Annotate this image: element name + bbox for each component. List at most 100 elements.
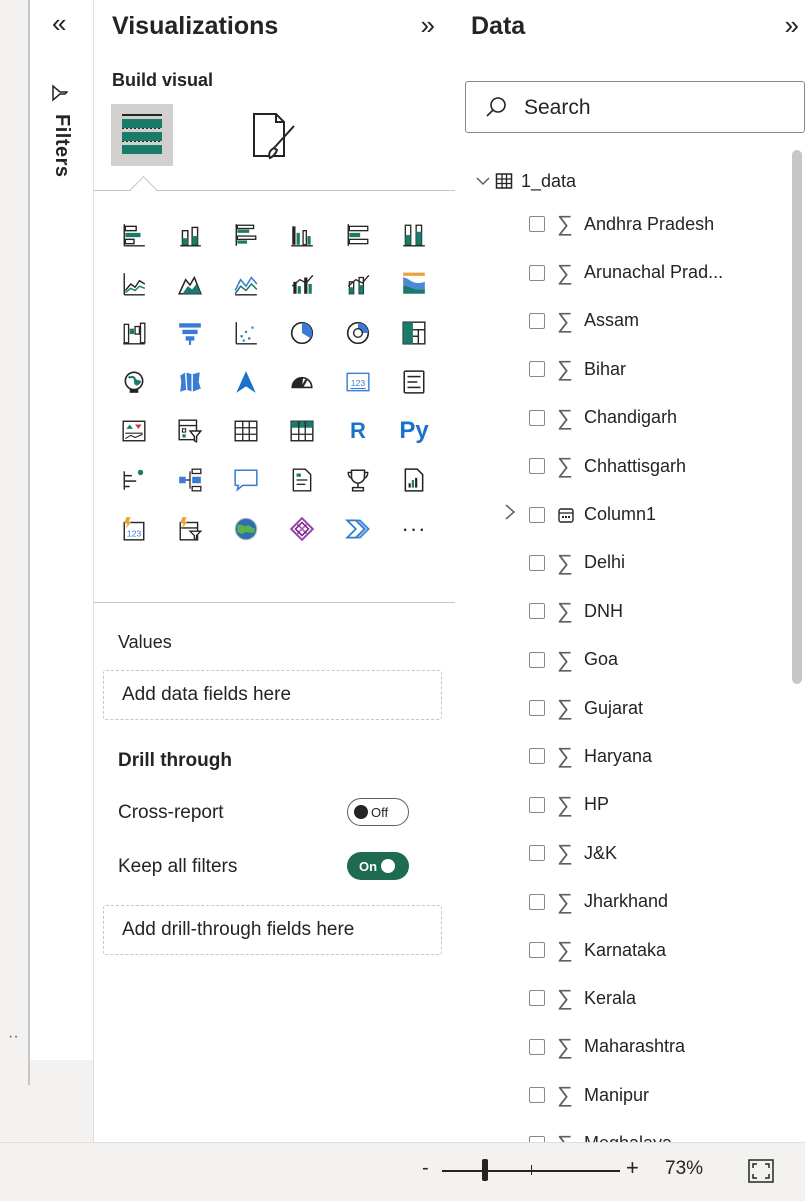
filters-label[interactable]: Filters xyxy=(50,114,73,178)
arcgis-map-icon[interactable] xyxy=(218,504,274,553)
field-checkbox[interactable] xyxy=(529,1087,545,1104)
azure-map-icon[interactable] xyxy=(218,357,274,406)
field-checkbox[interactable] xyxy=(529,796,545,813)
field-checkbox[interactable] xyxy=(529,748,545,765)
field-row[interactable]: ∑ Goa xyxy=(499,636,799,684)
table-icon[interactable] xyxy=(218,406,274,455)
gauge-icon[interactable] xyxy=(274,357,330,406)
power-apps-icon[interactable]: 123 xyxy=(106,504,162,553)
keep-filters-toggle[interactable]: On xyxy=(347,852,409,880)
line-clustered-column-chart-icon[interactable] xyxy=(274,259,330,308)
field-row[interactable]: ∑ Gujarat xyxy=(499,684,799,732)
stacked-area-chart-icon[interactable] xyxy=(218,259,274,308)
double-chevron-right-icon[interactable]: » xyxy=(421,10,435,41)
field-checkbox[interactable] xyxy=(529,651,545,668)
multi-row-card-icon[interactable] xyxy=(386,357,442,406)
goals-icon[interactable] xyxy=(330,455,386,504)
field-row[interactable]: ∑ Bihar xyxy=(499,345,799,393)
slicer-icon[interactable] xyxy=(162,406,218,455)
field-checkbox[interactable] xyxy=(529,312,545,329)
field-checkbox[interactable] xyxy=(529,264,545,281)
field-checkbox[interactable] xyxy=(529,458,545,475)
filter-icon[interactable] xyxy=(52,84,68,102)
field-checkbox[interactable] xyxy=(529,845,545,862)
clustered-column-chart-icon[interactable] xyxy=(274,210,330,259)
funnel-chart-icon[interactable] xyxy=(162,308,218,357)
field-row[interactable]: ∑ Andhra Pradesh xyxy=(499,200,799,248)
zoom-out-button[interactable]: - xyxy=(422,1157,429,1180)
field-row[interactable]: ∑ Chandigarh xyxy=(499,394,799,442)
field-checkbox[interactable] xyxy=(529,1038,545,1055)
kpi-icon[interactable] xyxy=(106,406,162,455)
field-checkbox[interactable] xyxy=(529,893,545,910)
power-automate-icon[interactable] xyxy=(162,504,218,553)
field-row[interactable]: ∑ Chhattisgarh xyxy=(499,442,799,490)
field-row[interactable]: ∑ Karnataka xyxy=(499,926,799,974)
clustered-bar-chart-icon[interactable] xyxy=(218,210,274,259)
more-visuals-icon[interactable]: ··· xyxy=(386,504,442,553)
r-visual-icon[interactable]: R xyxy=(330,406,386,455)
field-row[interactable]: ∑ Maharashtra xyxy=(499,1023,799,1071)
qa-icon[interactable] xyxy=(218,455,274,504)
power-apps-visual-icon[interactable] xyxy=(274,504,330,553)
double-chevron-right-icon[interactable]: » xyxy=(785,10,799,41)
area-chart-icon[interactable] xyxy=(162,259,218,308)
matrix-icon[interactable] xyxy=(274,406,330,455)
decomposition-tree-icon[interactable] xyxy=(162,455,218,504)
pie-chart-icon[interactable] xyxy=(274,308,330,357)
field-row[interactable]: ∑ Kerala xyxy=(499,974,799,1022)
python-visual-icon[interactable]: Py xyxy=(386,406,442,455)
search-input[interactable] xyxy=(522,92,786,124)
search-box[interactable] xyxy=(465,81,805,133)
card-icon[interactable]: 123 xyxy=(330,357,386,406)
fit-to-page-icon[interactable] xyxy=(748,1159,774,1183)
field-checkbox[interactable] xyxy=(529,990,545,1007)
field-row[interactable]: ∑ Haryana xyxy=(499,732,799,780)
field-row[interactable]: ∑ Manipur xyxy=(499,1071,799,1119)
power-automate-flow-icon[interactable] xyxy=(330,504,386,553)
line-stacked-column-chart-icon[interactable] xyxy=(330,259,386,308)
field-checkbox[interactable] xyxy=(529,409,545,426)
scatter-chart-icon[interactable] xyxy=(218,308,274,357)
smart-narrative-icon[interactable] xyxy=(274,455,330,504)
field-row[interactable]: ∑ Jharkhand xyxy=(499,877,799,925)
field-checkbox[interactable] xyxy=(529,361,545,378)
treemap-icon[interactable] xyxy=(386,308,442,357)
paginated-report-icon[interactable] xyxy=(386,455,442,504)
field-checkbox[interactable] xyxy=(529,942,545,959)
chevron-right-icon[interactable] xyxy=(501,503,519,521)
field-row[interactable]: ∑ Delhi xyxy=(499,539,799,587)
field-row[interactable]: ∑ HP xyxy=(499,781,799,829)
field-row[interactable]: ∑ DNH xyxy=(499,587,799,635)
double-chevron-left-icon[interactable]: « xyxy=(52,8,66,39)
field-checkbox[interactable] xyxy=(529,554,545,571)
stacked-column-chart-icon[interactable] xyxy=(162,210,218,259)
stacked-bar-chart-icon[interactable] xyxy=(106,210,162,259)
drill-through-drop-zone[interactable]: Add drill-through fields here xyxy=(103,905,442,955)
zoom-level[interactable]: 73% xyxy=(665,1158,703,1180)
100-stacked-bar-chart-icon[interactable] xyxy=(330,210,386,259)
values-drop-zone[interactable]: Add data fields here xyxy=(103,670,442,720)
waterfall-chart-icon[interactable] xyxy=(106,308,162,357)
field-checkbox[interactable] xyxy=(529,700,545,717)
filled-map-icon[interactable] xyxy=(162,357,218,406)
field-checkbox[interactable] xyxy=(529,506,545,523)
ribbon-chart-icon[interactable] xyxy=(386,259,442,308)
table-node[interactable]: 1_data xyxy=(475,165,576,197)
line-chart-icon[interactable] xyxy=(106,259,162,308)
build-visual-tab[interactable] xyxy=(111,104,173,166)
field-checkbox[interactable] xyxy=(529,216,545,233)
field-row[interactable]: ∑ Arunachal Prad... xyxy=(499,248,799,296)
zoom-slider-thumb[interactable] xyxy=(481,1159,488,1181)
key-influencers-icon[interactable] xyxy=(106,455,162,504)
chevron-down-icon[interactable] xyxy=(475,173,491,189)
format-visual-tab[interactable] xyxy=(244,106,304,166)
field-checkbox[interactable] xyxy=(529,603,545,620)
field-row[interactable]: ∑ J&K xyxy=(499,829,799,877)
cross-report-toggle[interactable]: Off xyxy=(347,798,409,826)
field-row[interactable]: Column1 xyxy=(499,490,799,538)
100-stacked-column-chart-icon[interactable] xyxy=(386,210,442,259)
field-row[interactable]: ∑ Assam xyxy=(499,297,799,345)
donut-chart-icon[interactable] xyxy=(330,308,386,357)
zoom-in-button[interactable]: + xyxy=(626,1155,639,1181)
